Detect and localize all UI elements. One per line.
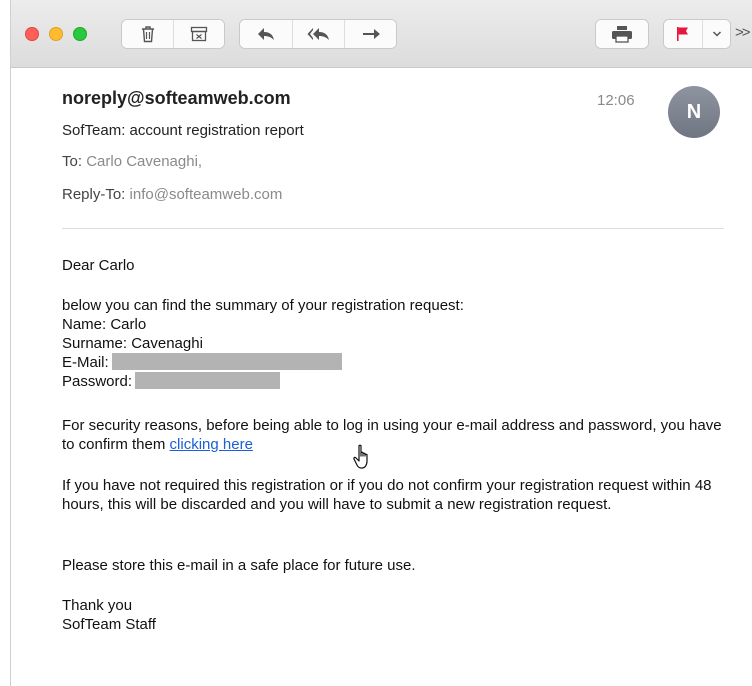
confirm-link[interactable]: clicking here	[170, 436, 253, 453]
header-divider	[62, 228, 724, 229]
printer-icon	[612, 26, 632, 43]
minimize-window-button[interactable]	[49, 27, 63, 41]
hand-cursor-icon	[353, 444, 368, 469]
zoom-window-button[interactable]	[73, 27, 87, 41]
to-recipient[interactable]: Carlo Cavenaghi,	[86, 153, 202, 170]
to-row: To: Carlo Cavenaghi,	[62, 153, 202, 170]
archive-button[interactable]	[173, 20, 224, 48]
reply-to-row: Reply-To: info@softeamweb.com	[62, 186, 282, 203]
avatar: N	[668, 86, 720, 138]
thanks-line: Thank you	[62, 597, 133, 614]
reply-forward-group	[239, 19, 397, 49]
password-line: Password:	[62, 372, 464, 391]
print-group	[595, 19, 649, 49]
reply-to-label: Reply-To:	[62, 186, 126, 203]
print-button[interactable]	[596, 20, 648, 48]
email-line: E-Mail:	[62, 353, 464, 372]
security-text: For security reasons, before being able …	[62, 417, 722, 453]
signature: SofTeam Staff	[62, 616, 156, 633]
archive-icon	[190, 26, 208, 42]
to-label: To:	[62, 153, 83, 170]
mail-window: >> noreply@softeamweb.com 12:06 N SofTea…	[10, 0, 752, 686]
not-required-paragraph: If you have not required this registrati…	[62, 477, 712, 513]
closing: Thank you SofTeam Staff	[62, 596, 156, 634]
summary-intro: below you can find the summary of your r…	[62, 297, 464, 314]
surname-line: Surname: Cavenaghi	[62, 335, 203, 352]
name-line: Name: Carlo	[62, 316, 147, 333]
forward-button[interactable]	[344, 20, 396, 48]
email-label: E-Mail:	[62, 354, 109, 371]
flag-icon	[677, 27, 688, 41]
store-paragraph: Please store this e-mail in a safe place…	[62, 557, 416, 574]
reply-icon	[258, 28, 274, 40]
flag-button[interactable]	[664, 20, 702, 48]
reply-all-button[interactable]	[292, 20, 344, 48]
message-subject: SofTeam: account registration report	[62, 122, 304, 139]
trash-icon	[141, 26, 154, 43]
reply-button[interactable]	[240, 20, 292, 48]
delete-button[interactable]	[122, 20, 173, 48]
email-redaction	[111, 353, 342, 370]
chevron-down-icon	[712, 31, 721, 37]
password-label: Password:	[62, 373, 133, 390]
greeting: Dear Carlo	[62, 257, 135, 274]
message-time: 12:06	[597, 92, 635, 109]
flag-menu-button[interactable]	[702, 20, 730, 48]
double-chevron-right-icon[interactable]: >>	[735, 24, 750, 41]
forward-icon	[362, 29, 380, 39]
registration-summary: below you can find the summary of your r…	[62, 296, 464, 391]
flag-group	[663, 19, 731, 49]
close-window-button[interactable]	[25, 27, 39, 41]
sender-address: noreply@softeamweb.com	[62, 88, 291, 108]
reply-to-address[interactable]: info@softeamweb.com	[130, 186, 283, 203]
toolbar: >>	[11, 0, 752, 68]
delete-archive-group	[121, 19, 225, 49]
reply-all-icon	[307, 28, 329, 40]
password-redaction	[135, 372, 281, 389]
security-paragraph: For security reasons, before being able …	[62, 416, 722, 454]
